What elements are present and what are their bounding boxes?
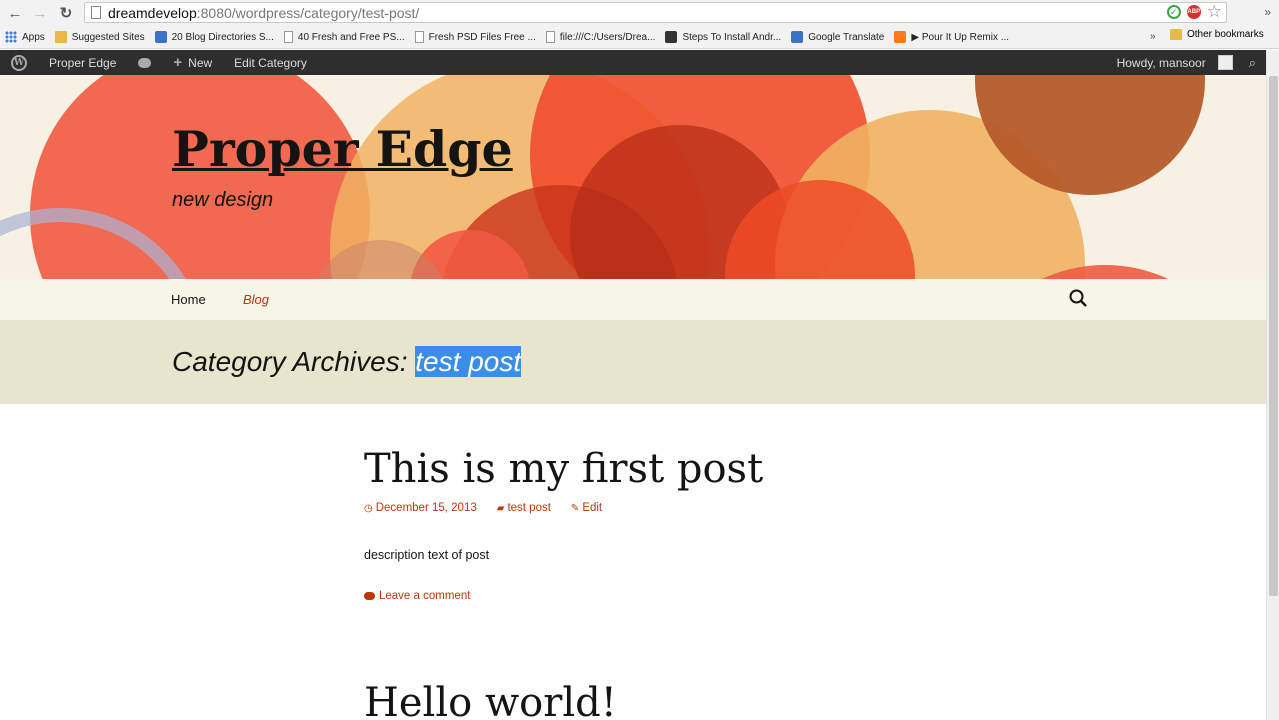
folder-icon — [1170, 29, 1182, 40]
chrome-menu-icon[interactable]: » — [1264, 5, 1271, 19]
site-title-link[interactable]: Proper Edge — [172, 120, 513, 178]
site-icon — [665, 31, 678, 43]
nav-item-home[interactable]: Home — [171, 292, 206, 307]
plus-icon: + — [173, 54, 183, 71]
admin-account[interactable]: Howdy, mansoor — [1106, 50, 1233, 75]
bookmark-google-translate[interactable]: Google Translate — [786, 31, 889, 43]
selected-category-text: test post — [415, 346, 522, 377]
admin-new[interactable]: + New — [162, 50, 223, 75]
browser-toolbar: ← → ↻ dreamdevelop:8080/wordpress/catego… — [0, 0, 1279, 26]
check-extension-icon[interactable]: ✓ — [1166, 5, 1181, 19]
folder-icon: ▰ — [496, 502, 505, 514]
translate-icon — [791, 31, 804, 43]
avatar — [1217, 55, 1233, 70]
bookmark-apps[interactable]: Apps — [0, 31, 50, 43]
post-title-link[interactable]: This is my first post — [364, 446, 763, 492]
bookmark-suggested-sites[interactable]: Suggested Sites — [50, 31, 150, 43]
wp-logo-menu[interactable]: W — [0, 50, 38, 75]
apps-grid-icon — [5, 31, 17, 43]
wordpress-icon: W — [11, 54, 27, 71]
post-content: description text of post — [364, 548, 490, 562]
nav-item-blog[interactable]: Blog — [243, 292, 269, 307]
post-category-link[interactable]: ▰ test post — [497, 502, 551, 514]
page-scrollbar[interactable] — [1266, 50, 1279, 720]
adblock-icon[interactable]: ABP — [1186, 5, 1201, 19]
bookmark-file[interactable]: file:///C:/Users/Drea... — [541, 31, 661, 43]
post-meta: ◷ December 15, 2013 ▰ test post ✎ Edit — [364, 502, 602, 514]
post-date-link[interactable]: ◷ December 15, 2013 — [364, 502, 477, 514]
clock-icon: ◷ — [364, 502, 373, 514]
site-icon — [894, 31, 907, 43]
page-icon — [283, 31, 293, 43]
address-bar[interactable]: dreamdevelop:8080/wordpress/category/tes… — [84, 2, 1227, 23]
comment-icon — [138, 57, 152, 68]
admin-search-icon[interactable]: ⌕ — [1233, 55, 1266, 71]
post-title-link[interactable]: Hello world! — [364, 680, 617, 720]
forward-button[interactable]: → — [30, 3, 50, 23]
archive-header: Category Archives: test post — [0, 320, 1266, 404]
bookmark-star-icon[interactable]: ☆ — [1207, 3, 1222, 20]
other-bookmarks[interactable]: Other bookmarks — [1170, 29, 1264, 40]
wp-admin-bar: W Proper Edge + New Edit Category Howdy, … — [0, 50, 1266, 75]
leave-comment-link[interactable]: Leave a comment — [364, 590, 470, 602]
reload-button[interactable]: ↻ — [56, 3, 76, 23]
admin-comments[interactable] — [127, 50, 162, 75]
scrollbar-thumb[interactable] — [1269, 76, 1278, 596]
bookmarks-bar: Apps Suggested Sites 20 Blog Directories… — [0, 26, 1279, 49]
site-description: new design — [172, 189, 274, 211]
page-icon — [414, 31, 424, 43]
archive-title: Category Archives: test post — [172, 346, 522, 377]
bookmark-fresh-free[interactable]: 40 Fresh and Free PS... — [279, 31, 410, 43]
back-button[interactable]: ← — [5, 3, 25, 23]
page-icon — [545, 31, 555, 43]
post-edit-link[interactable]: ✎ Edit — [571, 502, 602, 514]
main-navigation: Home Blog — [0, 279, 1266, 320]
page-icon — [91, 6, 101, 19]
comment-icon — [364, 592, 375, 600]
pencil-icon: ✎ — [570, 502, 580, 514]
bookmark-fresh-psd[interactable]: Fresh PSD Files Free ... — [410, 31, 541, 43]
search-icon[interactable] — [1069, 289, 1087, 307]
admin-site-name[interactable]: Proper Edge — [38, 50, 127, 75]
bookmarks-overflow-icon[interactable]: » — [1150, 31, 1156, 42]
site-icon — [154, 31, 167, 43]
site-header: Proper Edge new design — [0, 75, 1266, 279]
url-host: dreamdevelop — [108, 4, 197, 21]
url-path: :8080/wordpress/category/test-post/ — [196, 4, 420, 21]
bookmark-pour-it-up[interactable]: ▶ Pour It Up Remix ... — [889, 31, 1014, 43]
folder-icon — [54, 31, 67, 43]
bookmark-steps-install[interactable]: Steps To Install Andr... — [660, 31, 786, 43]
bookmark-blog-directories[interactable]: 20 Blog Directories S... — [150, 31, 279, 43]
admin-edit-category[interactable]: Edit Category — [223, 50, 318, 75]
